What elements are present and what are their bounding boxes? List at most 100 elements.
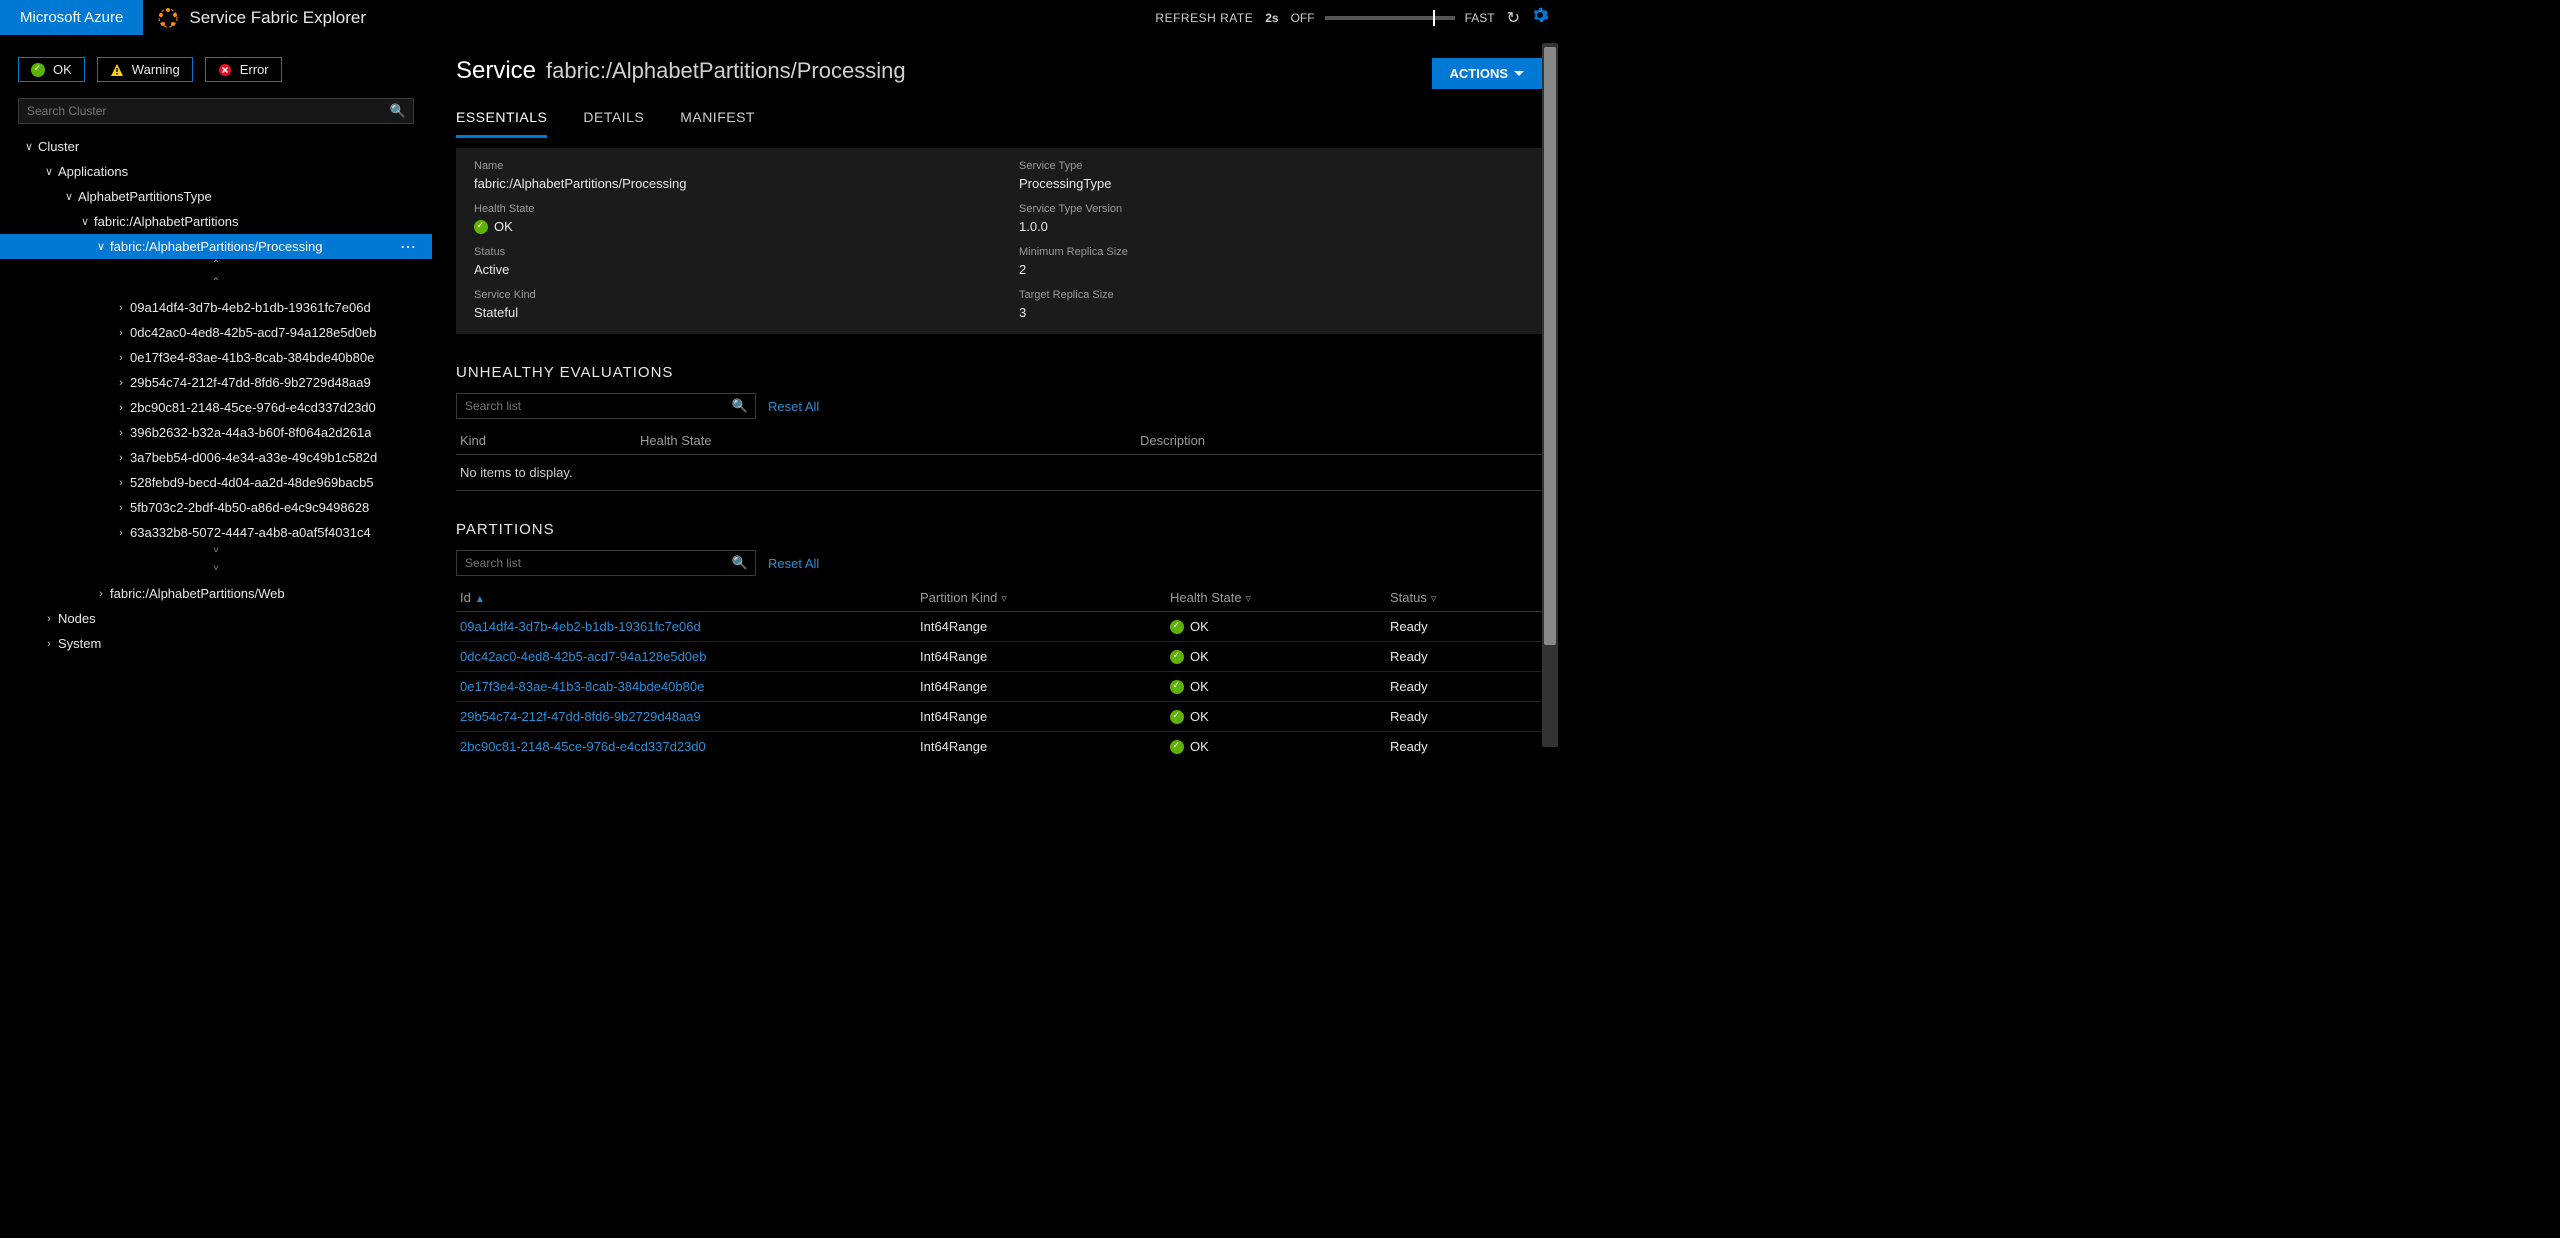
- partition-id-link[interactable]: 29b54c74-212f-47dd-8fd6-9b2729d48aa9: [456, 702, 916, 732]
- tree-partition[interactable]: ›396b2632-b32a-44a3-b60f-8f064a2d261a: [0, 420, 432, 445]
- partition-kind: Int64Range: [916, 612, 1166, 642]
- tree-up-icon[interactable]: ⌃: [0, 277, 432, 295]
- filter-warning-label: Warning: [132, 62, 180, 77]
- unhealthy-search-input[interactable]: [456, 393, 756, 419]
- field-value: Stateful: [474, 305, 979, 320]
- tree-down-icon[interactable]: ˅: [0, 545, 432, 563]
- partition-status: Ready: [1386, 672, 1542, 702]
- partition-kind: Int64Range: [916, 642, 1166, 672]
- field-label: Service Type: [1019, 160, 1524, 172]
- filter-icon[interactable]: ▿: [1246, 593, 1252, 605]
- partitions-title: PARTITIONS: [456, 521, 1542, 538]
- field-value: Active: [474, 262, 979, 277]
- filter-icon[interactable]: ▿: [1431, 593, 1437, 605]
- filter-error-label: Error: [240, 62, 269, 77]
- field-value: 1.0.0: [1019, 219, 1524, 234]
- slider-fast-label: FAST: [1465, 11, 1495, 25]
- col-health[interactable]: Health State: [636, 427, 1136, 455]
- partition-status: Ready: [1386, 702, 1542, 732]
- partition-kind: Int64Range: [916, 672, 1166, 702]
- tree-expand-down-icon[interactable]: ˅: [0, 563, 432, 581]
- filter-warning-button[interactable]: Warning: [97, 57, 193, 82]
- field-value: 3: [1019, 305, 1524, 320]
- partitions-search-input[interactable]: [456, 550, 756, 576]
- partition-id-link[interactable]: 0e17f3e4-83ae-41b3-8cab-384bde40b80e: [456, 672, 916, 702]
- tree-partition[interactable]: ›09a14df4-3d7b-4eb2-b1db-19361fc7e06d: [0, 295, 432, 320]
- col-status[interactable]: Status▿: [1386, 584, 1542, 612]
- tree-service-processing[interactable]: ∨fabric:/AlphabetPartitions/Processing⋯: [0, 234, 432, 259]
- tree-row-menu-icon[interactable]: ⋯: [400, 237, 422, 257]
- tab-details[interactable]: DETAILS: [583, 103, 644, 138]
- ok-status-icon: [31, 63, 45, 77]
- tree-partition[interactable]: ›2bc90c81-2148-45ce-976d-e4cd337d23d0: [0, 395, 432, 420]
- unhealthy-evaluations-title: UNHEALTHY EVALUATIONS: [456, 364, 1542, 381]
- service-fabric-logo-icon: [157, 7, 179, 29]
- partition-status: Ready: [1386, 612, 1542, 642]
- partition-health: OK: [1190, 679, 1209, 694]
- col-partition-kind[interactable]: Partition Kind▿: [916, 584, 1166, 612]
- warning-status-icon: [110, 63, 124, 77]
- ok-status-icon: [1170, 710, 1184, 724]
- tree-service-web[interactable]: ›fabric:/AlphabetPartitions/Web: [0, 581, 432, 606]
- error-status-icon: [218, 63, 232, 77]
- col-health-state[interactable]: Health State▿: [1166, 584, 1386, 612]
- field-label: Service Kind: [474, 289, 979, 301]
- field-label: Target Replica Size: [1019, 289, 1524, 301]
- tree-nodes[interactable]: ›Nodes: [0, 606, 432, 631]
- refresh-rate-value: 2s: [1265, 11, 1278, 25]
- partition-id-link[interactable]: 2bc90c81-2148-45ce-976d-e4cd337d23d0: [456, 732, 916, 756]
- partitions-reset-link[interactable]: Reset All: [768, 556, 819, 571]
- actions-button[interactable]: ACTIONS: [1432, 58, 1543, 89]
- tree-partition[interactable]: ›0dc42ac0-4ed8-42b5-acd7-94a128e5d0eb: [0, 320, 432, 345]
- partition-kind: Int64Range: [916, 702, 1166, 732]
- refresh-icon[interactable]: ↻: [1507, 8, 1520, 28]
- tree-partition[interactable]: ›63a332b8-5072-4447-a4b8-a0af5f4031c4: [0, 520, 432, 545]
- refresh-slider[interactable]: [1325, 16, 1455, 20]
- tree-cluster[interactable]: ∨Cluster: [0, 134, 432, 159]
- tab-essentials[interactable]: ESSENTIALS: [456, 103, 547, 138]
- table-row: 29b54c74-212f-47dd-8fd6-9b2729d48aa9Int6…: [456, 702, 1542, 732]
- tree-partition[interactable]: ›29b54c74-212f-47dd-8fd6-9b2729d48aa9: [0, 370, 432, 395]
- partition-id-link[interactable]: 09a14df4-3d7b-4eb2-b1db-19361fc7e06d: [456, 612, 916, 642]
- chevron-down-icon: [1514, 71, 1524, 76]
- tree-partition[interactable]: ›528febd9-becd-4d04-aa2d-48de969bacb5: [0, 470, 432, 495]
- tree-partition[interactable]: ›5fb703c2-2bdf-4b50-a86d-e4c9c9498628: [0, 495, 432, 520]
- partition-status: Ready: [1386, 642, 1542, 672]
- ok-status-icon: [1170, 680, 1184, 694]
- partition-id-link[interactable]: 0dc42ac0-4ed8-42b5-acd7-94a128e5d0eb: [456, 642, 916, 672]
- slider-off-label: OFF: [1291, 11, 1315, 25]
- tree-partition[interactable]: ›0e17f3e4-83ae-41b3-8cab-384bde40b80e: [0, 345, 432, 370]
- field-label: Service Type Version: [1019, 203, 1524, 215]
- tree-app-instance[interactable]: ∨fabric:/AlphabetPartitions: [0, 209, 432, 234]
- tree-partition[interactable]: ›3a7beb54-d006-4e34-a33e-49c49b1c582d: [0, 445, 432, 470]
- scrollbar[interactable]: [1542, 43, 1558, 747]
- filter-icon[interactable]: ▿: [1001, 593, 1007, 605]
- filter-ok-button[interactable]: OK: [18, 57, 85, 82]
- settings-gear-icon[interactable]: [1532, 7, 1548, 28]
- tree-app-type[interactable]: ∨AlphabetPartitionsType: [0, 184, 432, 209]
- field-value: OK: [494, 219, 513, 234]
- tree-applications[interactable]: ∨Applications: [0, 159, 432, 184]
- search-cluster-input[interactable]: [18, 98, 414, 124]
- field-label: Minimum Replica Size: [1019, 246, 1524, 258]
- filter-error-button[interactable]: Error: [205, 57, 282, 82]
- ok-status-icon: [474, 220, 488, 234]
- col-kind[interactable]: Kind: [456, 427, 636, 455]
- unhealthy-empty: No items to display.: [456, 455, 1542, 491]
- unhealthy-reset-link[interactable]: Reset All: [768, 399, 819, 414]
- page-name: fabric:/AlphabetPartitions/Processing: [546, 58, 906, 84]
- field-label: Status: [474, 246, 979, 258]
- field-value: fabric:/AlphabetPartitions/Processing: [474, 176, 979, 191]
- page-kind: Service: [456, 57, 536, 85]
- tab-manifest[interactable]: MANIFEST: [680, 103, 755, 138]
- tree-system[interactable]: ›System: [0, 631, 432, 656]
- tree-collapse-up-icon[interactable]: ⌃: [0, 259, 432, 277]
- azure-brand[interactable]: Microsoft Azure: [0, 0, 143, 35]
- table-row: 2bc90c81-2148-45ce-976d-e4cd337d23d0Int6…: [456, 732, 1542, 756]
- partition-health: OK: [1190, 649, 1209, 664]
- refresh-rate-label: REFRESH RATE: [1155, 11, 1253, 25]
- col-id[interactable]: Id▲: [456, 584, 916, 612]
- ok-status-icon: [1170, 620, 1184, 634]
- col-description[interactable]: Description: [1136, 427, 1542, 455]
- product-title: Service Fabric Explorer: [189, 8, 366, 28]
